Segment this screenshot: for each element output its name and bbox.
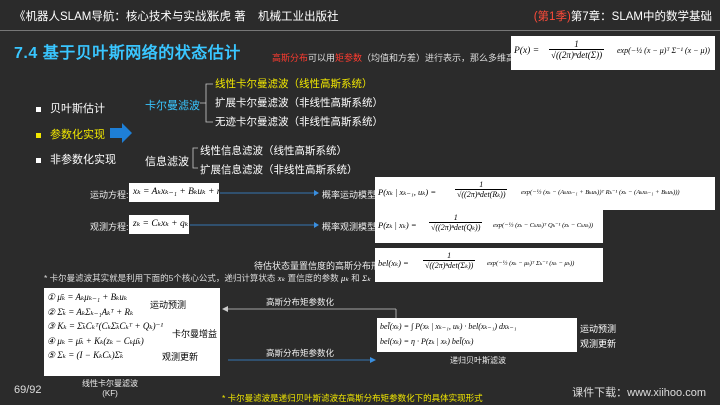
kalman-item-extended: 扩展卡尔曼滤波（非线性高斯系统）: [215, 97, 383, 109]
flow-top-label: 高斯分布矩参数化: [266, 297, 335, 307]
bel-box: bel(xₖ) = 1 √((2π)ⁿdet(Σₖ)) exp(−½ (xₖ −…: [375, 248, 603, 282]
obs-prob-fraction: 1 √((2π)ⁿdet(Qₖ)): [429, 213, 483, 232]
footnote: * 卡尔曼滤波是递归贝叶斯滤波在高斯分布矩参数化下的具体实现形式: [222, 393, 483, 403]
obs-model-box: P(zₖ | xₖ) = 1 √((2π)ⁿdet(Qₖ)) exp(−½ (z…: [375, 210, 603, 243]
kf-gain-label: 卡尔曼增益: [172, 329, 218, 339]
blue-arrow-icon: [110, 123, 132, 143]
obs-eq-label: 观测方程:: [90, 222, 129, 232]
note-sigma: Σₖ: [362, 273, 371, 283]
kf-caption: 线性卡尔曼滤波 (KF): [82, 378, 138, 398]
kf-caption-2: (KF): [102, 389, 118, 398]
motion-eq: xₖ = Aₖxₖ₋₁ + Bₖuₖ + rₖ: [133, 187, 219, 197]
kf-formula-3: ③ Kₖ = Σ̄ₖCₖᵀ(CₖΣ̄ₖCₖᵀ + Qₖ)⁻¹: [47, 321, 164, 331]
info-item-linear: 线性信息滤波（线性高斯系统）: [200, 145, 347, 157]
motion-prob-exp: exp(−½ (xₖ − (Aₖxₖ₋₁ + Bₖuₖ))ᵀ Rₖ⁻¹ (xₖ …: [521, 189, 680, 196]
kf-formula-1: ① μ̄ₖ = Aₖμₖ₋₁ + Bₖuₖ: [47, 292, 128, 302]
obs-prob-den: √((2π)ⁿdet(Qₖ)): [431, 223, 481, 232]
bayes-update-label: 观测更新: [580, 339, 617, 349]
kf-note: * 卡尔曼滤波其实就是利用下面的5个核心公式，递归计算状态 xₖ 置信度的参数 …: [44, 272, 371, 284]
kalman-item-linear: 线性卡尔曼滤波（线性高斯系统）: [215, 78, 373, 90]
kf-update-label: 观测更新: [162, 352, 199, 362]
kf-formulas-box: ① μ̄ₖ = Aₖμₖ₋₁ + Bₖuₖ ② Σ̄ₖ = AₖΣₖ₋₁Aₖᵀ …: [44, 288, 220, 376]
kalman-title: 卡尔曼滤波: [145, 100, 200, 112]
bayes-formula-2: bel(xₖ) = η · P(zₖ | xₖ) bel̄(xₖ): [380, 336, 474, 346]
motion-eq-box: xₖ = Aₖxₖ₋₁ + Bₖuₖ + rₖ: [129, 183, 219, 202]
kf-formula-5: ⑤ Σₖ = (I − KₖCₖ)Σ̄ₖ: [47, 350, 124, 360]
obs-model-label: 概率观测模型:: [322, 222, 379, 232]
obs-arrow-head: [314, 222, 319, 228]
note-and: 和: [351, 273, 360, 283]
bel-lhs: bel(xₖ) =: [378, 258, 409, 268]
bel-den: √((2π)ⁿdet(Σₖ)): [425, 261, 474, 270]
info-brace: [192, 147, 198, 169]
bayes-formula-1: bel̄(xₖ) = ∫ P(xₖ | xₖ₋₁, uₖ) · bel(xₖ₋₁…: [380, 322, 517, 331]
kf-formula-4: ④ μₖ = μ̄ₖ + Kₖ(zₖ − Cₖμ̄ₖ): [47, 335, 144, 346]
motion-prob-den: √((2π)ⁿdet(Rₖ)): [457, 190, 506, 199]
note-x: xₖ: [277, 273, 286, 283]
flow-top-arrow-head: [222, 306, 228, 312]
motion-arrow-head: [314, 190, 319, 196]
bel-desc-label: 待估状态量置信度的高斯分布形式:: [254, 261, 392, 271]
info-item-extended: 扩展信息滤波（非线性高斯系统）: [200, 164, 358, 176]
motion-prob-num: 1: [455, 180, 508, 190]
flow-bottom-label: 高斯分布矩参数化: [266, 348, 335, 358]
kalman-brace: [200, 83, 213, 123]
kf-formula-2: ② Σ̄ₖ = AₖΣₖ₋₁Aₖᵀ + Rₖ: [47, 306, 134, 317]
bel-exp: exp(−½ (xₖ − μₖ)ᵀ Σₖ⁻¹ (xₖ − μₖ)): [487, 260, 575, 267]
obs-prob-num: 1: [429, 213, 483, 223]
motion-model-box: P(xₖ | xₖ₋₁, uₖ) = 1 √((2π)ⁿdet(Rₖ)) exp…: [375, 177, 715, 210]
obs-prob-exp: exp(−½ (zₖ − Cₖxₖ)ᵀ Qₖ⁻¹ (zₖ − Cₖxₖ)): [493, 222, 594, 229]
note-a: * 卡尔曼滤波其实就是利用下面的5个核心公式，递归计算状态: [44, 273, 276, 283]
motion-model-label: 概率运动模型:: [322, 190, 379, 200]
kf-predict-label: 运动预测: [150, 300, 187, 310]
bel-fraction: 1 √((2π)ⁿdet(Σₖ)): [423, 251, 476, 270]
bayes-caption: 递归贝叶斯滤波: [450, 356, 506, 365]
bel-num: 1: [423, 251, 476, 261]
kf-caption-1: 线性卡尔曼滤波: [82, 379, 138, 388]
bayes-predict-label: 运动预测: [580, 324, 617, 334]
bayes-formulas-box: bel̄(xₖ) = ∫ P(xₖ | xₖ₋₁, uₖ) · bel(xₖ₋₁…: [377, 318, 577, 352]
obs-prob-lhs: P(zₖ | xₖ) =: [378, 220, 417, 230]
download-link[interactable]: 课件下载：www.xiihoo.com: [572, 384, 706, 400]
flow-bottom-arrow-head: [370, 357, 376, 363]
obs-eq-box: zₖ = Cₖxₖ + qₖ: [129, 215, 189, 234]
info-filter-title: 信息滤波: [145, 156, 189, 168]
note-b: 置信度的参数: [287, 273, 339, 283]
motion-eq-label: 运动方程:: [90, 190, 129, 200]
kalman-item-unscented: 无迹卡尔曼滤波（非线性高斯系统）: [215, 116, 383, 128]
page-number: 69/92: [14, 384, 42, 396]
obs-eq: zₖ = Cₖxₖ + qₖ: [133, 219, 189, 229]
note-mu: μₖ: [340, 273, 349, 283]
motion-prob-lhs: P(xₖ | xₖ₋₁, uₖ) =: [378, 187, 437, 197]
motion-prob-fraction: 1 √((2π)ⁿdet(Rₖ)): [455, 180, 508, 199]
